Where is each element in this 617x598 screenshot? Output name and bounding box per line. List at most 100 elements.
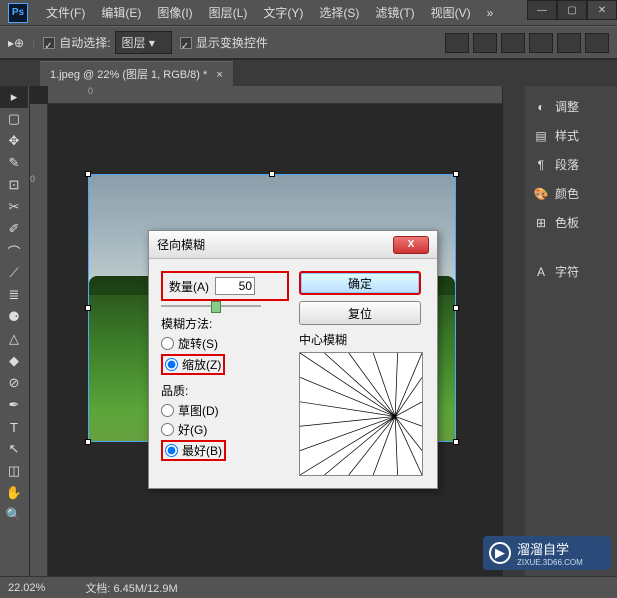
dodge-tool[interactable]: ⊘: [0, 372, 28, 394]
path-tool[interactable]: ↖: [0, 438, 28, 460]
shape-tool[interactable]: ◫: [0, 460, 28, 482]
brush-tool[interactable]: ⌒: [0, 240, 28, 262]
menu-edit[interactable]: 编辑(E): [93, 4, 149, 21]
menu-bar: Ps 文件(F) 编辑(E) 图像(I) 图层(L) 文字(Y) 选择(S) 滤…: [0, 0, 617, 26]
menu-view[interactable]: 视图(V): [423, 4, 479, 21]
amount-slider[interactable]: [161, 305, 261, 307]
document-tab-bar: 1.jpeg @ 22% (图层 1, RGB/8) * ×: [0, 60, 617, 86]
menu-type[interactable]: 文字(Y): [255, 4, 311, 21]
panel-label: 样式: [555, 127, 579, 144]
ruler-horizontal: 0: [48, 86, 502, 104]
auto-select-label: 自动选择:: [59, 34, 110, 51]
align-icon[interactable]: [445, 33, 469, 53]
menu-select[interactable]: 选择(S): [311, 4, 367, 21]
doc-size-value: 6.45M/12.9M: [113, 583, 177, 595]
hand-tool[interactable]: ✋: [0, 482, 28, 504]
blur-tool[interactable]: ◆: [0, 350, 28, 372]
stamp-tool[interactable]: ⟋: [0, 262, 28, 284]
panel-label: 字符: [555, 263, 579, 280]
eraser-tool[interactable]: ⚈: [0, 306, 28, 328]
method-spin-radio[interactable]: 旋转(S): [161, 334, 289, 353]
panel-paragraph[interactable]: ¶ 段落: [529, 150, 613, 179]
status-bar: 22.02% 文档: 6.45M/12.9M: [0, 576, 617, 598]
menu-filter[interactable]: 滤镜(T): [367, 4, 422, 21]
transform-handle[interactable]: [85, 305, 91, 311]
right-panels: ◐ 调整 ▤ 样式 ¶ 段落 🎨 颜色 ⊞ 色板 A 字符: [502, 86, 617, 576]
panel-adjustments[interactable]: ◐ 调整: [529, 92, 613, 121]
menu-image[interactable]: 图像(I): [149, 4, 200, 21]
menu-overflow[interactable]: »: [479, 6, 502, 20]
quality-label: 品质:: [161, 382, 289, 399]
zoom-tool[interactable]: 🔍: [0, 504, 28, 526]
history-brush-tool[interactable]: ≣: [0, 284, 28, 306]
styles-icon: ▤: [533, 128, 549, 144]
pen-tool[interactable]: ✒: [0, 394, 28, 416]
amount-input[interactable]: [215, 277, 255, 295]
crop-tool[interactable]: ⊡: [0, 174, 28, 196]
move-tool-icon: ▸⊕: [8, 36, 24, 50]
reset-button[interactable]: 复位: [299, 301, 421, 325]
document-tab-title: 1.jpeg @ 22% (图层 1, RGB/8) *: [50, 69, 207, 81]
transform-handle[interactable]: [85, 439, 91, 445]
document-tab[interactable]: 1.jpeg @ 22% (图层 1, RGB/8) * ×: [40, 61, 233, 86]
document-tab-close[interactable]: ×: [216, 69, 222, 81]
ruler-vertical: 0: [30, 104, 48, 576]
amount-label: 数量(A): [169, 278, 209, 295]
dialog-titlebar[interactable]: 径向模糊 X: [149, 231, 437, 259]
panel-swatches[interactable]: ⊞ 色板: [529, 208, 613, 237]
panel-color[interactable]: 🎨 颜色: [529, 179, 613, 208]
window-maximize[interactable]: ▢: [557, 0, 587, 20]
watermark-badge: ▶ 溜溜自学 ZIXUE.3D66.COM: [483, 536, 611, 570]
show-transform-label: 显示变换控件: [196, 34, 268, 51]
quality-good-radio[interactable]: 好(G): [161, 420, 289, 439]
options-bar: ▸⊕ | 自动选择: 图层 ▾ 显示变换控件: [0, 26, 617, 60]
panel-label: 颜色: [555, 185, 579, 202]
quality-best-radio[interactable]: 最好(B): [161, 440, 226, 461]
watermark-brand: 溜溜自学: [517, 539, 583, 558]
align-icon[interactable]: [473, 33, 497, 53]
blur-preview[interactable]: [299, 352, 423, 476]
align-icon[interactable]: [529, 33, 553, 53]
zoom-value[interactable]: 22.02%: [8, 582, 45, 594]
window-close[interactable]: ✕: [587, 0, 617, 20]
transform-handle[interactable]: [85, 171, 91, 177]
move-tool[interactable]: ▸: [0, 86, 28, 108]
menu-file[interactable]: 文件(F): [38, 4, 93, 21]
lasso-tool[interactable]: ✥: [0, 130, 28, 152]
method-zoom-radio[interactable]: 缩放(Z): [161, 354, 225, 375]
align-icon[interactable]: [557, 33, 581, 53]
quality-draft-radio[interactable]: 草图(D): [161, 401, 289, 420]
dialog-close-button[interactable]: X: [393, 236, 429, 254]
paragraph-icon: ¶: [533, 157, 549, 173]
show-transform-checkbox[interactable]: [180, 37, 192, 49]
layer-group-select[interactable]: 图层 ▾: [115, 31, 172, 54]
app-logo: Ps: [8, 3, 28, 23]
tools-panel: ▸ ▢ ✥ ✎ ⊡ ✂ ✐ ⌒ ⟋ ≣ ⚈ △ ◆ ⊘ ✒ T ↖ ◫ ✋ 🔍: [0, 86, 30, 576]
ok-button[interactable]: 确定: [299, 271, 421, 295]
transform-handle[interactable]: [453, 305, 459, 311]
panel-label: 段落: [555, 156, 579, 173]
transform-handle[interactable]: [453, 171, 459, 177]
marquee-tool[interactable]: ▢: [0, 108, 28, 130]
gradient-tool[interactable]: △: [0, 328, 28, 350]
align-icon[interactable]: [585, 33, 609, 53]
window-minimize[interactable]: —: [527, 0, 557, 20]
panel-styles[interactable]: ▤ 样式: [529, 121, 613, 150]
auto-select-checkbox[interactable]: [43, 37, 55, 49]
align-icon[interactable]: [501, 33, 525, 53]
panel-label: 调整: [555, 98, 579, 115]
character-icon: A: [533, 264, 549, 280]
type-tool[interactable]: T: [0, 416, 28, 438]
menu-layer[interactable]: 图层(L): [201, 4, 256, 21]
transform-handle[interactable]: [269, 171, 275, 177]
panel-character[interactable]: A 字符: [529, 257, 613, 286]
dialog-title-text: 径向模糊: [157, 236, 205, 253]
adjustments-icon: ◐: [533, 99, 549, 115]
blur-method-label: 模糊方法:: [161, 315, 289, 332]
healing-tool[interactable]: ✐: [0, 218, 28, 240]
preview-label: 中心模糊: [299, 331, 425, 348]
transform-handle[interactable]: [453, 439, 459, 445]
eyedropper-tool[interactable]: ✂: [0, 196, 28, 218]
watermark-url: ZIXUE.3D66.COM: [517, 558, 583, 567]
wand-tool[interactable]: ✎: [0, 152, 28, 174]
